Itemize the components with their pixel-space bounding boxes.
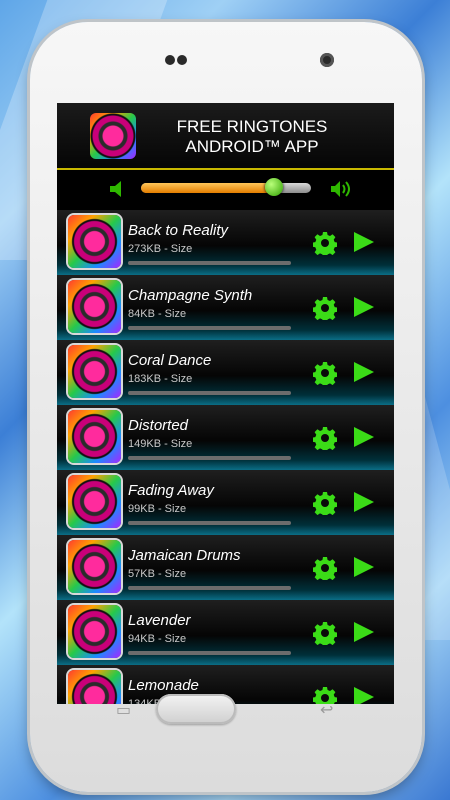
ringtone-progress-bar bbox=[128, 586, 291, 590]
ringtone-row[interactable]: Distorted 149KB - Size bbox=[57, 405, 394, 470]
gear-icon[interactable] bbox=[313, 426, 337, 450]
ringtone-progress-bar bbox=[128, 456, 291, 460]
play-icon[interactable] bbox=[354, 232, 374, 252]
title-line-2: ANDROID™ APP bbox=[185, 137, 319, 156]
ringtone-size: 183KB - Size bbox=[128, 373, 193, 385]
proximity-sensor bbox=[320, 53, 334, 67]
ringtone-size: 57KB - Size bbox=[128, 568, 187, 580]
ringtone-thumbnail bbox=[68, 280, 121, 333]
ringtone-row[interactable]: Coral Dance 183KB - Size bbox=[57, 340, 394, 405]
ringtone-row[interactable]: Jamaican Drums 57KB - Size bbox=[57, 535, 394, 600]
ringtone-thumbnail bbox=[68, 345, 121, 398]
ringtone-size: 273KB - Size bbox=[128, 243, 193, 255]
volume-slider-fill bbox=[141, 183, 274, 193]
ringtone-thumbnail bbox=[68, 540, 121, 593]
ringtone-row[interactable]: Lavender 94KB - Size bbox=[57, 600, 394, 665]
ringtone-thumbnail bbox=[68, 670, 121, 704]
ringtone-thumbnail bbox=[68, 605, 121, 658]
play-icon[interactable] bbox=[354, 492, 374, 512]
play-icon[interactable] bbox=[354, 622, 374, 642]
home-button[interactable] bbox=[156, 694, 236, 724]
gear-icon[interactable] bbox=[313, 491, 337, 515]
ringtone-size: 99KB - Size bbox=[128, 503, 187, 515]
app-title: FREE RINGTONES ANDROID™ APP bbox=[157, 117, 347, 157]
gear-icon[interactable] bbox=[313, 231, 337, 255]
ringtone-name: Lavender bbox=[128, 612, 191, 629]
ringtone-name: Jamaican Drums bbox=[128, 547, 241, 564]
volume-bar bbox=[57, 170, 394, 210]
ringtone-name: Coral Dance bbox=[128, 352, 212, 369]
volume-slider-knob[interactable] bbox=[264, 178, 283, 196]
ringtone-progress-bar bbox=[128, 651, 291, 655]
ringtone-name: Distorted bbox=[128, 417, 189, 434]
back-key[interactable]: ↩ bbox=[320, 700, 333, 720]
ringtone-progress-bar bbox=[128, 521, 291, 525]
app-header: FREE RINGTONES ANDROID™ APP bbox=[57, 103, 394, 170]
play-icon[interactable] bbox=[354, 557, 374, 577]
ringtone-progress-bar bbox=[128, 391, 291, 395]
ringtone-thumbnail bbox=[68, 410, 121, 463]
ringtone-name: Champagne Synth bbox=[128, 287, 253, 304]
gear-icon[interactable] bbox=[313, 556, 337, 580]
ringtone-thumbnail bbox=[68, 475, 121, 528]
app-logo bbox=[90, 113, 136, 159]
play-icon[interactable] bbox=[354, 427, 374, 447]
gear-icon[interactable] bbox=[313, 621, 337, 645]
sensor-dot bbox=[177, 55, 187, 65]
front-camera bbox=[165, 55, 175, 65]
app-screen: FREE RINGTONES ANDROID™ APP Back to Real… bbox=[57, 103, 394, 704]
play-icon[interactable] bbox=[354, 297, 374, 317]
speaker-high-icon[interactable] bbox=[329, 178, 351, 200]
ringtone-name: Back to Reality bbox=[128, 222, 229, 239]
ringtone-row[interactable]: Fading Away 99KB - Size bbox=[57, 470, 394, 535]
gear-icon[interactable] bbox=[313, 296, 337, 320]
ringtone-progress-bar bbox=[128, 326, 291, 330]
ringtone-size: 84KB - Size bbox=[128, 308, 187, 320]
play-icon[interactable] bbox=[354, 362, 374, 382]
gear-icon[interactable] bbox=[313, 361, 337, 385]
ringtone-size: 149KB - Size bbox=[128, 438, 193, 450]
volume-slider-track[interactable] bbox=[141, 183, 311, 193]
title-line-1: FREE RINGTONES bbox=[176, 117, 328, 136]
ringtone-thumbnail bbox=[68, 215, 121, 268]
recent-apps-key[interactable]: ▭ bbox=[116, 700, 131, 720]
ringtone-progress-bar bbox=[128, 261, 291, 265]
ringtone-list: Back to Reality 273KB - Size Champagne Syn… bbox=[57, 210, 394, 704]
ringtone-name: Lemonade bbox=[128, 677, 199, 694]
ringtone-row[interactable]: Back to Reality 273KB - Size bbox=[57, 210, 394, 275]
ringtone-name: Fading Away bbox=[128, 482, 214, 499]
speaker-low-icon[interactable] bbox=[107, 178, 129, 200]
ringtone-size: 94KB - Size bbox=[128, 633, 187, 645]
ringtone-row[interactable]: Champagne Synth 84KB - Size bbox=[57, 275, 394, 340]
play-icon[interactable] bbox=[354, 687, 374, 704]
